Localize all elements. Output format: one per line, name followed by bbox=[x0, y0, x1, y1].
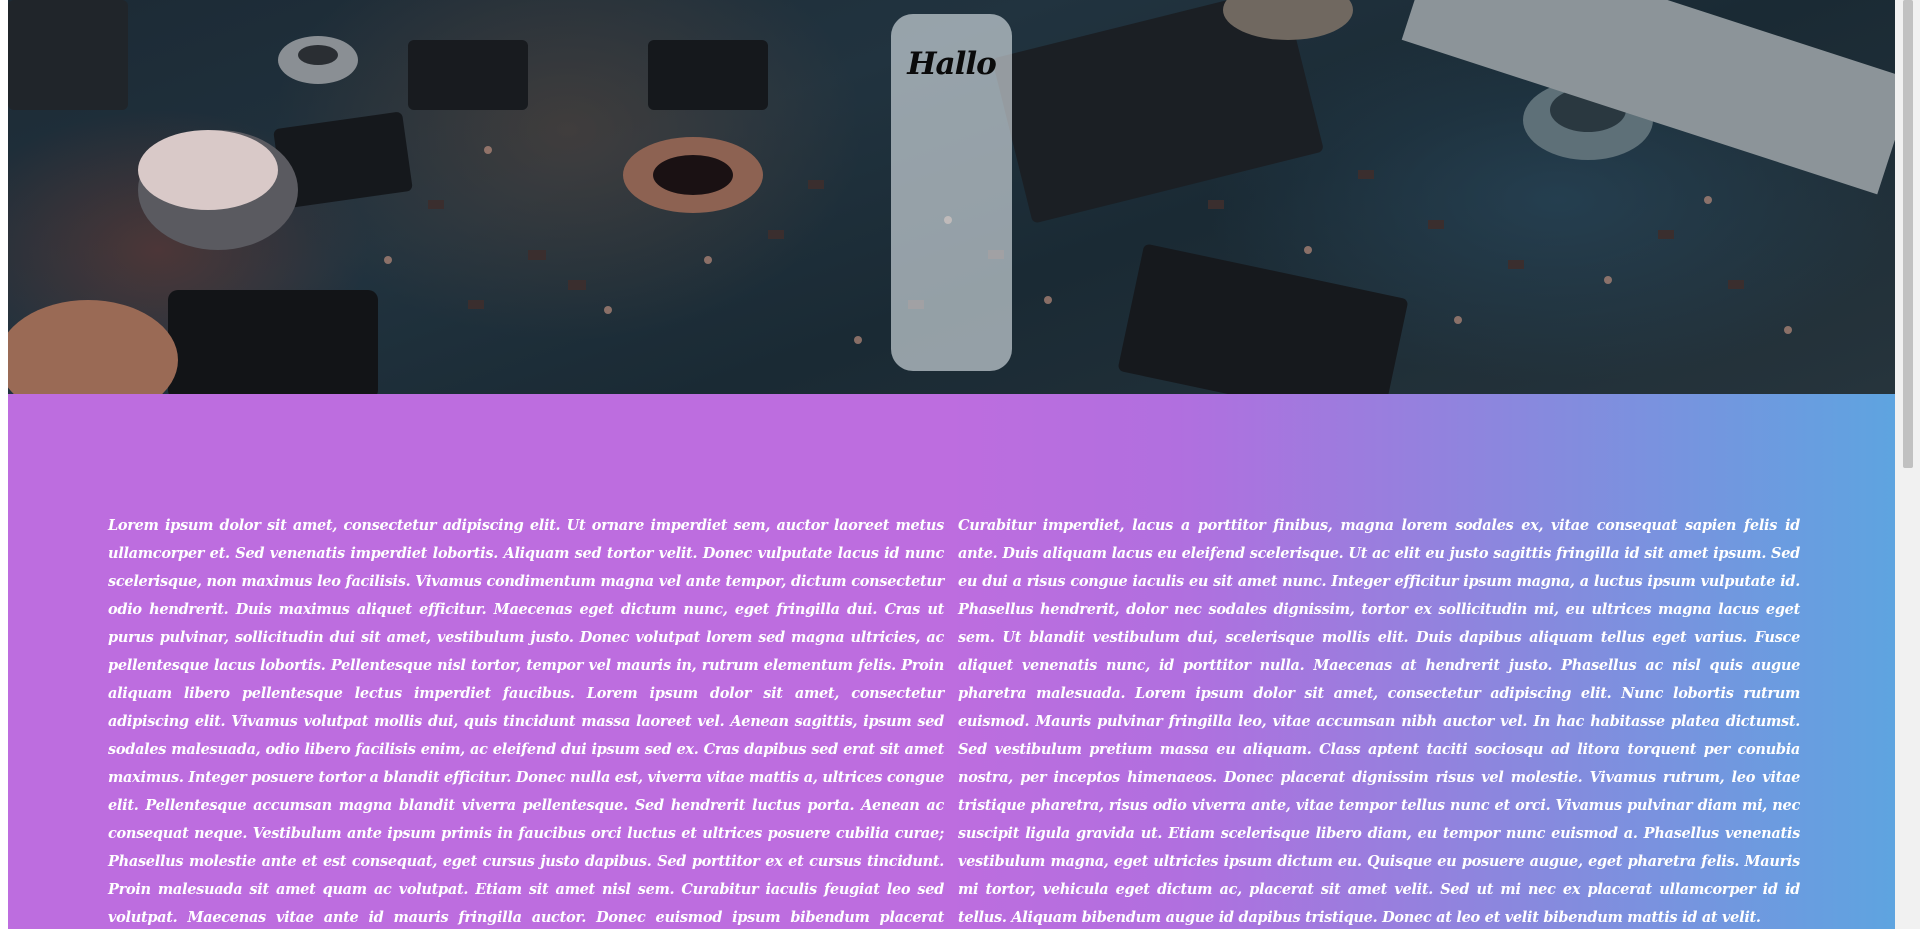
hello-title: Hallo bbox=[907, 46, 997, 82]
content-section: Lorem ipsum dolor sit amet, consectetur … bbox=[8, 394, 1895, 929]
hello-card: Hallo bbox=[891, 14, 1012, 371]
page: Hallo Lorem ipsum dolor sit amet, consec… bbox=[8, 0, 1895, 929]
left-paragraph: Lorem ipsum dolor sit amet, consectetur … bbox=[108, 517, 944, 926]
vertical-scrollbar[interactable] bbox=[1895, 0, 1920, 929]
hero-banner: Hallo bbox=[8, 0, 1895, 394]
right-paragraph: Curabitur imperdiet, lacus a porttitor f… bbox=[958, 517, 1800, 926]
scrollbar-thumb[interactable] bbox=[1903, 0, 1913, 468]
